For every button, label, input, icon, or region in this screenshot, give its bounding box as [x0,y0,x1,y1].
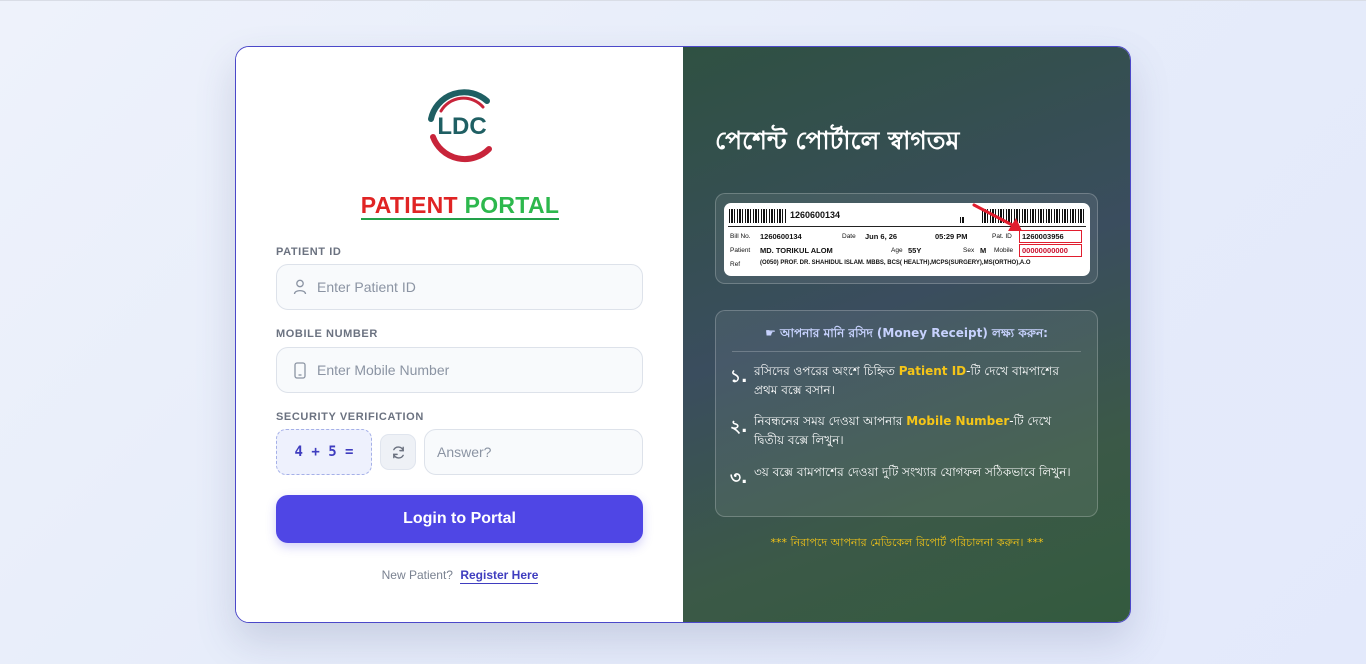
barcode-mark [960,217,964,223]
patient-id-label: PATIENT ID [276,246,342,258]
patient-name: MD. TORIKUL ALOM [760,246,833,255]
patient-label: Patient [730,247,751,254]
step-number: ২. [730,417,748,437]
step-text: ৩য় বক্সে বামপাশের দেওয়া দুটি সংখ্যার য… [754,465,1071,479]
footer-note: *** নিরাপদে আপনার মেডিকেল রিপোর্ট পরিচাল… [770,536,1044,549]
bill-barcode-number: 1260600134 [790,210,841,220]
instruction-step-2: ২. নিবন্ধনের সময় দেওয়া আপনার Mobile Nu… [730,412,1075,450]
login-panel: LDC PATIENT PORTAL PATIENT ID MOBILE NUM… [236,47,683,622]
step-highlight: Patient ID [898,364,967,378]
mobile-highlight-box [1019,244,1082,257]
login-card: LDC PATIENT PORTAL PATIENT ID MOBILE NUM… [235,46,1131,623]
login-button[interactable]: Login to Portal [276,495,643,543]
age-value: 55Y [908,246,922,255]
step-number: ১. [730,367,748,387]
captcha-question: 4 + 5 = [276,429,372,475]
instruction-step-1: ১. রসিদের ওপরের অংশে চিহ্নিত Patient ID-… [730,362,1075,400]
phone-icon [277,347,317,393]
new-patient-text: New Patient? [381,568,453,582]
bill-no-label: Bill No. [730,233,751,240]
portal-title: PATIENT PORTAL [236,192,684,220]
instructions-heading: ☛ আপনার মানি রসিদ (Money Receipt) লক্ষ্য… [732,325,1081,352]
instruction-step-3: ৩. ৩য় বক্সে বামপাশের দেওয়া দুটি সংখ্যা… [730,463,1075,493]
ldc-logo: LDC [428,89,492,163]
age-label: Age [891,247,903,254]
welcome-heading: পেশেন্ট পোর্টালে স্বাগতম [715,126,960,155]
instructions-box: ☛ আপনার মানি রসিদ (Money Receipt) লক্ষ্য… [715,310,1098,517]
ref-label: Ref [730,261,741,268]
date-label: Date [842,233,856,240]
info-panel: পেশেন্ট পোর্টালে স্বাগতম 1260600134 Bill… [683,47,1130,622]
captcha-answer-input[interactable] [437,430,642,474]
mobile-label: MOBILE NUMBER [276,328,378,340]
receipt-sample-frame: 1260600134 Bill No. 1260600134 Date Jun … [715,193,1098,284]
captcha-answer-field[interactable] [424,429,643,475]
arrow-icon [972,203,1022,231]
mobile-field[interactable] [276,347,643,393]
patient-id-field[interactable] [276,264,643,310]
time-value: 05:29 PM [935,232,968,241]
receipt-divider [728,226,1086,227]
user-icon [277,264,317,310]
logo-text: LDC [437,113,486,140]
refresh-captcha-button[interactable] [380,434,416,470]
step-text: নিবন্ধনের সময় দেওয়া আপনার [754,414,907,428]
receipt-sample: 1260600134 Bill No. 1260600134 Date Jun … [724,203,1090,276]
pat-id-highlight-box [1019,230,1082,243]
register-link[interactable]: Register Here [460,568,539,584]
step-text: রসিদের ওপরের অংশে চিহ্নিত [754,364,899,378]
patient-id-input[interactable] [317,265,642,309]
sex-value: M [980,246,987,255]
sex-label: Sex [963,247,975,254]
ref-value: (O050) PROF. DR. SHAHIDUL ISLAM. MBBS, B… [760,260,1031,266]
top-border [0,0,1366,1]
portal-title-word1: PATIENT [360,192,458,218]
mobile-label-receipt: Mobile [994,247,1014,254]
mobile-input[interactable] [317,348,642,392]
step-number: ৩. [730,468,748,488]
bill-barcode [729,209,787,223]
refresh-icon [392,445,404,459]
step-highlight: Mobile Number [906,414,1010,428]
portal-title-word2: PORTAL [464,192,560,218]
bill-no-value: 1260600134 [760,232,802,241]
date-value: Jun 6, 26 [865,232,898,241]
security-label: SECURITY VERIFICATION [276,411,424,423]
register-row: New Patient? Register Here [236,568,684,584]
